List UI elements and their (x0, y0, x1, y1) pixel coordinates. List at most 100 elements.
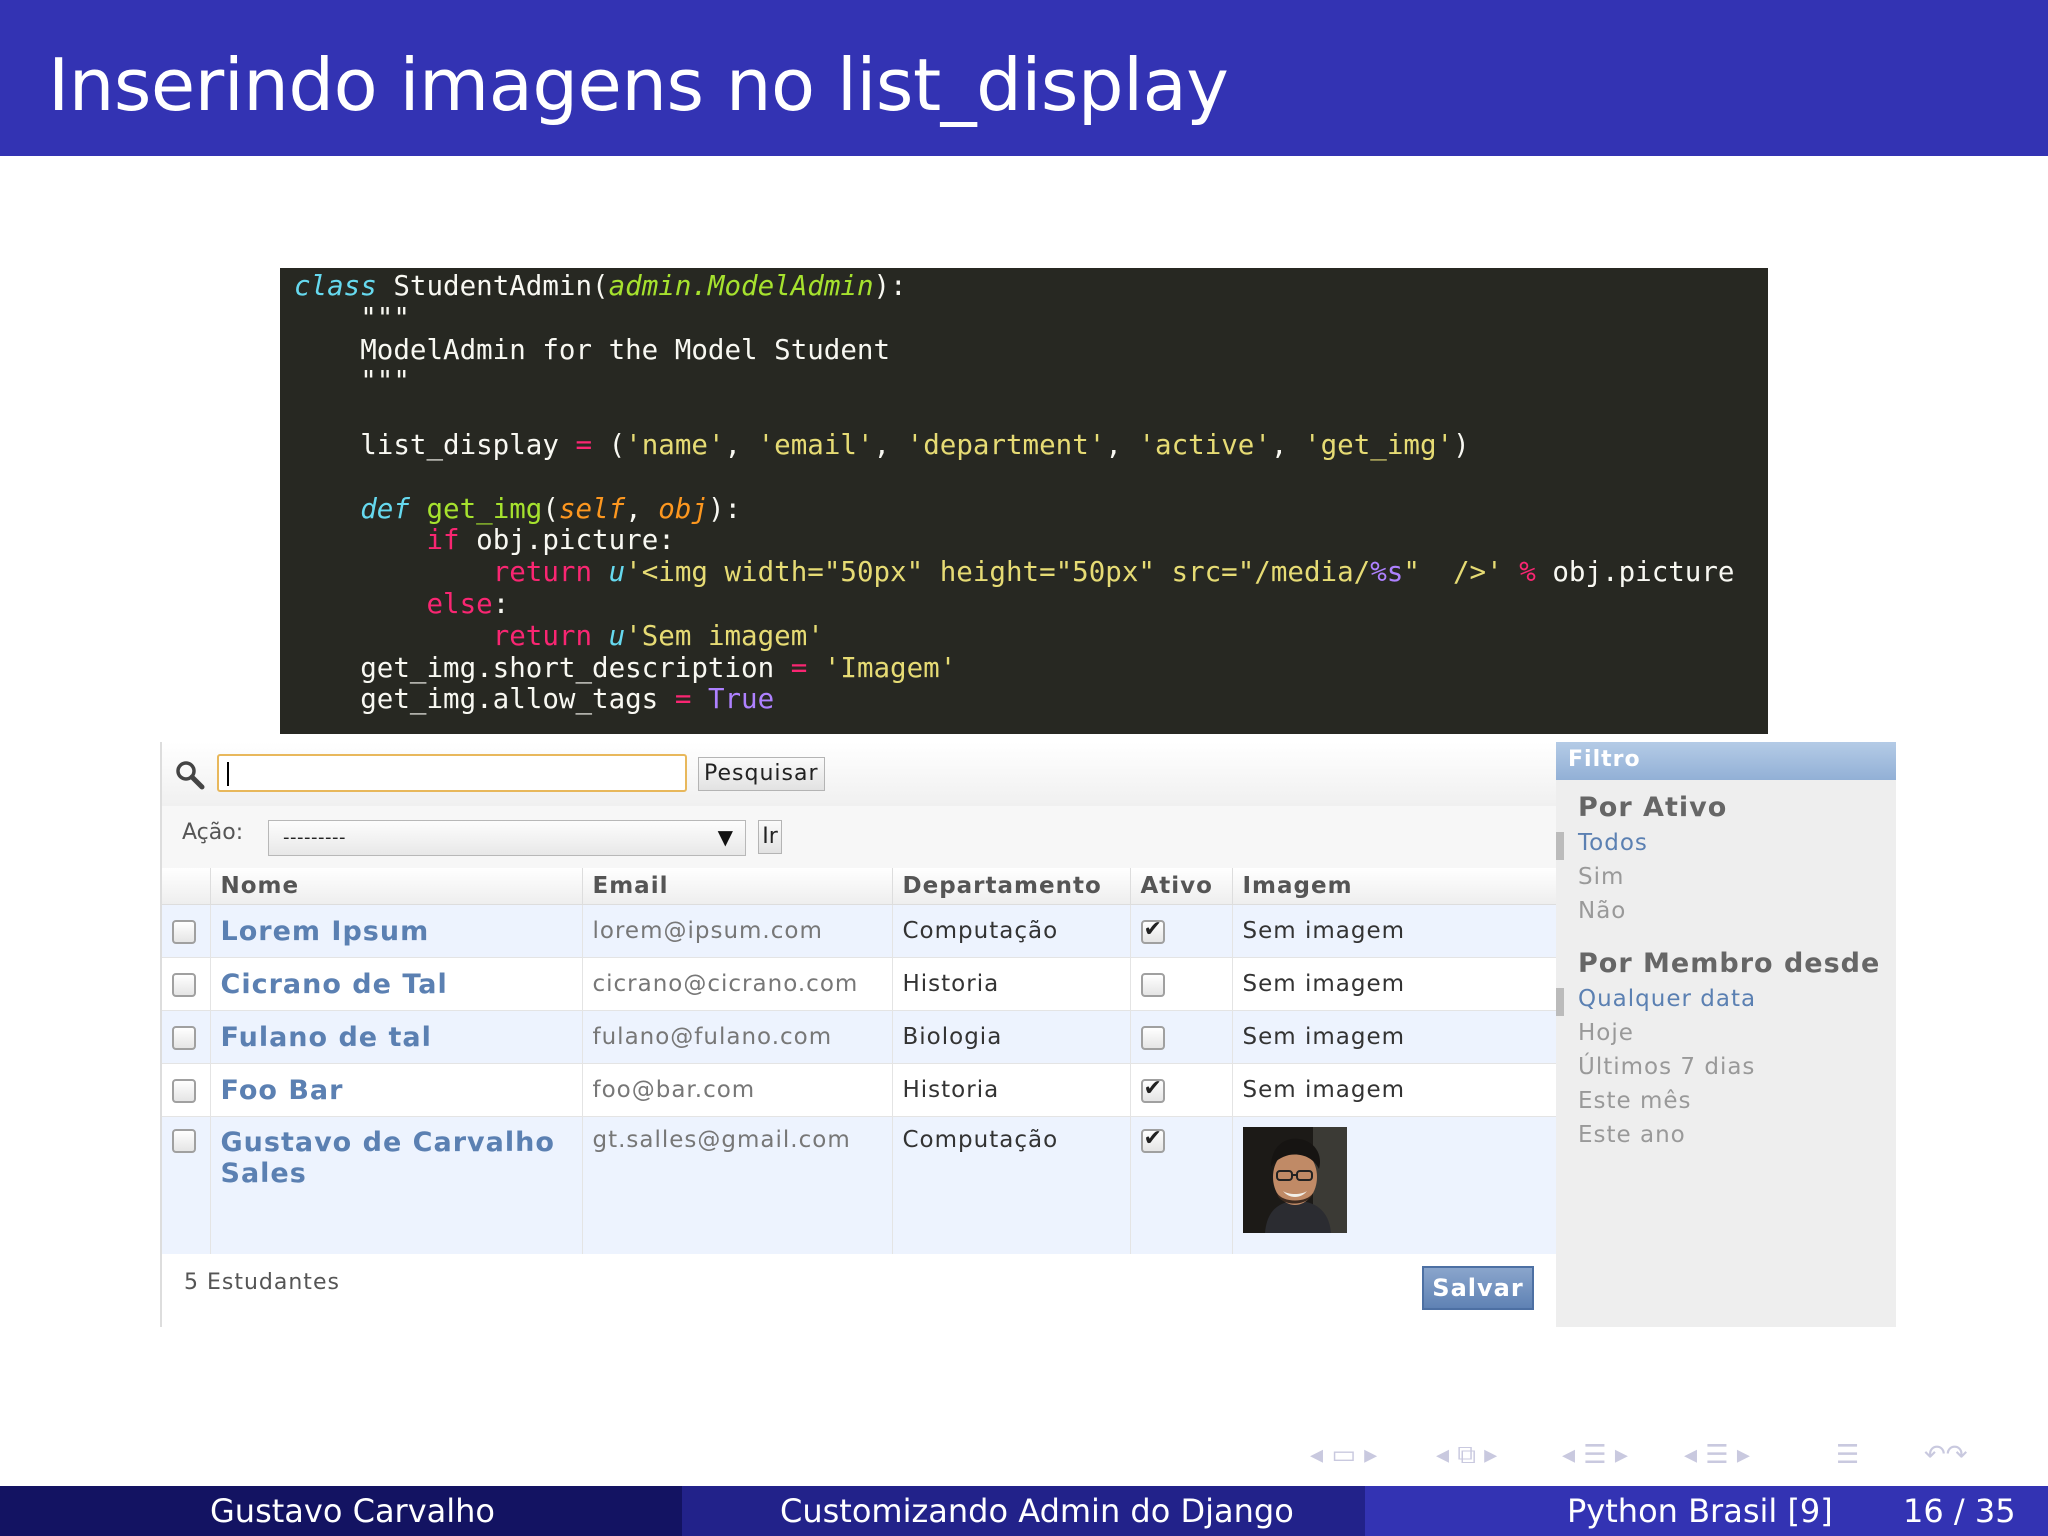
filter-option-qualquer-data[interactable]: Qualquer data (1555, 986, 1756, 1016)
filter-title-membro-desde: Por Membro desde (1578, 948, 1881, 979)
code-token: obj.picture (1535, 556, 1735, 589)
filter-option-ultimos-7-dias[interactable]: Últimos 7 dias (1578, 1054, 1755, 1080)
active-cell (1130, 904, 1233, 958)
code-token: return (492, 556, 593, 589)
image-cell: Sem imagem (1232, 904, 1558, 958)
column-header-ativo[interactable]: Ativo (1130, 868, 1233, 905)
code-token: admin.ModelAdmin (608, 270, 874, 302)
code-token: if (426, 524, 460, 557)
row-checkbox[interactable] (172, 919, 196, 944)
active-cell (1130, 1116, 1233, 1258)
name-link[interactable]: Cicrano de Tal (221, 969, 448, 1000)
code-token: %s (1370, 556, 1404, 589)
footer-event: Python Brasil [9] (1567, 1492, 1833, 1530)
code-token: 'department' (906, 428, 1106, 461)
go-button[interactable]: Ir (758, 820, 782, 854)
filter-option-este-mes[interactable]: Este mês (1578, 1088, 1692, 1114)
code-token: list_display (294, 428, 576, 461)
search-button[interactable]: Pesquisar (698, 757, 825, 791)
code-block: class StudentAdmin(admin.ModelAdmin): ""… (280, 268, 1768, 734)
code-line: class StudentAdmin(admin.ModelAdmin): (294, 270, 1768, 303)
nav-appendix-icon[interactable]: ☰ (1836, 1440, 1859, 1470)
code-token: get_img.allow_tags (294, 683, 675, 716)
active-checkbox-checked (1140, 917, 1165, 944)
table-row: Foo Bar foo@bar.com Historia Sem imagem (162, 1063, 1558, 1117)
email-cell: lorem@ipsum.com (582, 904, 893, 958)
nav-section-icon[interactable]: ◂ ☰ ▸ (1562, 1440, 1628, 1470)
image-cell: Sem imagem (1232, 1010, 1558, 1064)
changelist-main: Pesquisar Ação: --------- ▼ Ir Nome Emai… (160, 742, 1558, 1327)
code-token: return (492, 619, 593, 652)
code-token: ( (592, 428, 626, 461)
footer-page-number: 16 / 35 (1903, 1492, 2016, 1530)
code-line: else: (426, 587, 510, 620)
filter-option-este-ano[interactable]: Este ano (1578, 1122, 1686, 1148)
filter-option-nao[interactable]: Não (1578, 898, 1626, 924)
column-header-departamento[interactable]: Departamento (892, 868, 1131, 905)
code-line: ModelAdmin for the Model Student (294, 333, 891, 366)
result-count: 5 Estudantes (184, 1270, 340, 1295)
slide-footer: Gustavo Carvalho Customizando Admin do D… (0, 1486, 2048, 1536)
action-select[interactable]: --------- ▼ (268, 820, 746, 856)
filter-option-hoje[interactable]: Hoje (1578, 1020, 1634, 1046)
code-line: return u'Sem imagem' (294, 619, 1768, 653)
code-line: get_img.short_description = 'Imagem' (294, 651, 1768, 685)
department-cell: Computação (892, 904, 1131, 958)
row-checkbox[interactable] (172, 972, 196, 997)
name-link[interactable]: Fulano de tal (221, 1022, 432, 1053)
code-token: 'email' (757, 428, 874, 461)
table-header-row: Nome Email Departamento Ativo Imagem (162, 868, 1558, 905)
table-row: Fulano de tal fulano@fulano.com Biologia… (162, 1010, 1558, 1064)
code-line: def get_img(self, obj): (360, 492, 742, 525)
code-token: '<img width="50px" height="50px" src="/m… (625, 556, 1371, 589)
column-header-nome[interactable]: Nome (210, 868, 583, 905)
nav-frame-icon[interactable]: ◂ ▭ ▸ (1310, 1440, 1377, 1470)
footer-talk-title: Customizando Admin do Django (780, 1492, 1294, 1530)
column-header-email[interactable]: Email (582, 868, 893, 905)
nav-search-back-icon[interactable]: ↶↷ (1924, 1440, 1968, 1470)
name-link[interactable]: Foo Bar (221, 1075, 344, 1106)
row-checkbox[interactable] (172, 1078, 196, 1103)
code-token: = (790, 651, 808, 684)
name-cell: Fulano de tal (210, 1010, 583, 1064)
active-checkbox-checked (1140, 1126, 1165, 1153)
name-link[interactable]: Gustavo de Carvalho Sales (221, 1127, 555, 1189)
filter-option-sim[interactable]: Sim (1578, 864, 1624, 890)
row-select-cell (162, 1063, 211, 1117)
code-token: get_img (426, 492, 543, 525)
filter-option-todos[interactable]: Todos (1556, 830, 1648, 860)
row-select-cell (162, 1010, 211, 1064)
active-cell (1130, 1063, 1233, 1117)
image-cell (1232, 1116, 1558, 1258)
student-photo (1242, 1127, 1347, 1233)
code-token: obj (658, 492, 708, 525)
row-checkbox[interactable] (172, 1128, 196, 1153)
row-checkbox[interactable] (172, 1025, 196, 1050)
name-link[interactable]: Lorem Ipsum (221, 916, 430, 947)
search-input[interactable] (217, 754, 687, 792)
active-checkbox-unchecked (1140, 972, 1165, 997)
active-checkbox-checked (1140, 1076, 1165, 1103)
email-cell: foo@bar.com (582, 1063, 893, 1117)
department-cell: Historia (892, 957, 1131, 1011)
nav-subsection-icon[interactable]: ◂ ⧉ ▸ (1436, 1440, 1497, 1471)
email-cell: gt.salles@gmail.com (582, 1116, 893, 1258)
active-checkbox-unchecked (1140, 1025, 1165, 1050)
footer-title-panel: Customizando Admin do Django (682, 1486, 1365, 1536)
text-cursor (227, 762, 229, 786)
results-table: Nome Email Departamento Ativo Imagem Lor… (162, 868, 1558, 1258)
row-select-cell (162, 957, 211, 1011)
select-all-header (162, 868, 211, 905)
code-token: = (674, 683, 692, 716)
code-token: = (575, 428, 593, 461)
name-cell: Foo Bar (210, 1063, 583, 1117)
admin-changelist: Pesquisar Ação: --------- ▼ Ir Nome Emai… (160, 742, 1896, 1327)
filter-title-ativo: Por Ativo (1578, 792, 1728, 823)
email-cell: cicrano@cicrano.com (582, 957, 893, 1011)
row-select-cell (162, 904, 211, 958)
save-button[interactable]: Salvar (1422, 1266, 1534, 1310)
table-row: Lorem Ipsum lorem@ipsum.com Computação S… (162, 904, 1558, 958)
department-cell: Biologia (892, 1010, 1131, 1064)
code-token: get_img.short_description (294, 651, 791, 684)
nav-document-icon[interactable]: ◂ ☰ ▸ (1684, 1440, 1750, 1470)
